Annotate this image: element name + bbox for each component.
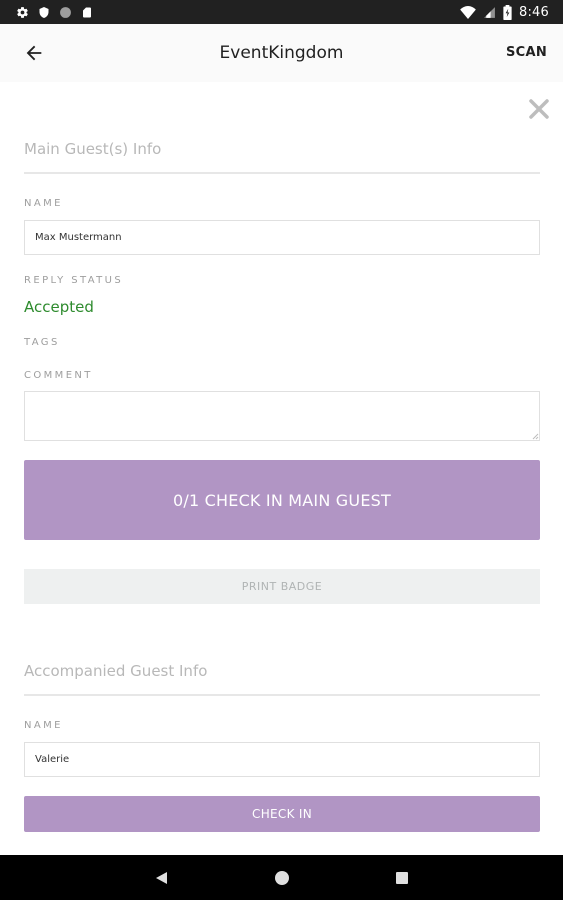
signal-icon (484, 6, 495, 18)
status-bar: 8:46 (0, 0, 563, 24)
main-guest-divider (24, 172, 540, 174)
status-time: 8:46 (519, 4, 549, 20)
accompanied-guest-section-title: Accompanied Guest Info (24, 662, 208, 680)
accompanied-guest-name-input[interactable] (24, 742, 540, 777)
circle-icon (60, 6, 71, 18)
accompanied-guest-name-label: NAME (24, 720, 63, 731)
print-badge-button[interactable]: PRINT BADGE (24, 569, 540, 604)
main-guest-name-label: NAME (24, 198, 63, 209)
main-guest-section-title: Main Guest(s) Info (24, 140, 162, 158)
shield-icon (39, 6, 49, 18)
comment-textarea[interactable] (24, 391, 540, 441)
accompanied-guest-divider (24, 694, 540, 696)
battery-icon (503, 4, 512, 20)
resize-grip-icon[interactable] (531, 432, 539, 440)
reply-status-value: Accepted (24, 298, 94, 316)
app-title: EventKingdom (219, 43, 344, 63)
nav-recents-icon[interactable] (396, 872, 408, 884)
main-guest-name-input[interactable] (24, 220, 540, 255)
close-button[interactable] (528, 98, 550, 120)
status-left-icons (16, 4, 93, 20)
comment-label: COMMENT (24, 370, 93, 381)
nav-home-icon[interactable] (273, 869, 291, 887)
nav-back-icon[interactable] (155, 871, 168, 885)
system-nav-bar (0, 855, 563, 900)
close-icon (529, 99, 549, 119)
app-bar: EventKingdom SCAN (0, 24, 563, 82)
sd-card-icon (83, 7, 91, 17)
tags-label: TAGS (24, 337, 60, 348)
check-in-accompanied-guest-button[interactable]: CHECK IN (24, 796, 540, 832)
wifi-icon (460, 5, 476, 19)
status-right-icons: 8:46 (460, 3, 549, 21)
gear-icon (17, 6, 28, 18)
scan-button[interactable]: SCAN (506, 45, 547, 60)
reply-status-label: REPLY STATUS (24, 275, 124, 286)
check-in-main-guest-button[interactable]: 0/1 CHECK IN MAIN GUEST (24, 460, 540, 540)
